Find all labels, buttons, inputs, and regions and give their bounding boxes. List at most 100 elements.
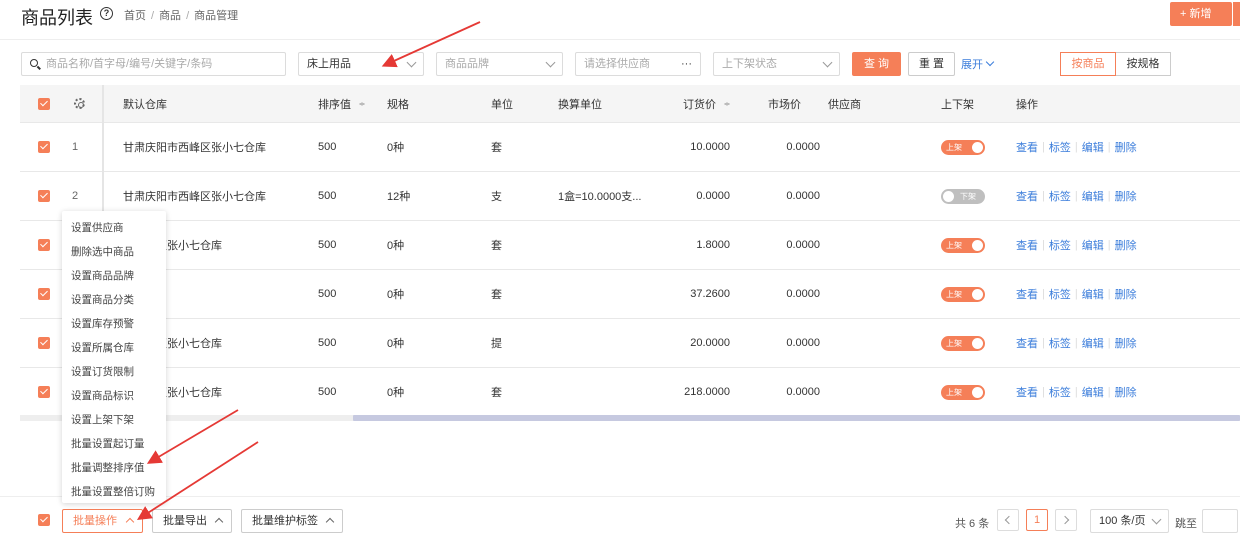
actions-cell: 查看 | 标签 | 编辑 | 删除 <box>1016 384 1137 400</box>
batch-menu-item[interactable]: 设置供应商 <box>71 220 124 235</box>
prev-page-button[interactable] <box>997 509 1019 531</box>
row-checkbox[interactable] <box>38 239 50 251</box>
delete-link[interactable]: 删除 <box>1115 237 1137 253</box>
batch-menu-item[interactable]: 设置库存预警 <box>71 316 134 331</box>
view-link[interactable]: 查看 <box>1016 139 1038 155</box>
view-link[interactable]: 查看 <box>1016 335 1038 351</box>
view-link[interactable]: 查看 <box>1016 286 1038 302</box>
batch-operations-button[interactable]: 批量操作 <box>62 509 143 533</box>
tag-link[interactable]: 标签 <box>1049 335 1071 351</box>
delete-link[interactable]: 删除 <box>1115 384 1137 400</box>
batch-menu-item[interactable]: 设置上架下架 <box>71 412 134 427</box>
horizontal-scrollbar-thumb[interactable] <box>353 415 1240 421</box>
tag-link[interactable]: 标签 <box>1049 237 1071 253</box>
gear-icon[interactable] <box>74 98 85 109</box>
delete-link[interactable]: 删除 <box>1115 139 1137 155</box>
sort-icon[interactable] <box>359 99 365 109</box>
status-toggle[interactable]: 上架 <box>941 384 985 400</box>
batch-menu-item[interactable]: 批量设置整倍订购 <box>71 484 155 499</box>
add-dropdown-toggle[interactable] <box>1232 2 1240 26</box>
unit-cell: 套 <box>491 387 502 399</box>
col-conversion: 换算单位 <box>558 98 602 111</box>
tag-link[interactable]: 标签 <box>1049 384 1071 400</box>
batch-menu-item[interactable]: 批量设置起订量 <box>71 436 145 451</box>
expand-link[interactable]: 展开 <box>961 56 995 72</box>
tag-link[interactable]: 标签 <box>1049 188 1071 204</box>
next-page-button[interactable] <box>1055 509 1077 531</box>
edit-link[interactable]: 编辑 <box>1082 384 1104 400</box>
add-button[interactable]: + 新增 <box>1170 2 1232 26</box>
query-button[interactable]: 查 询 <box>852 52 901 76</box>
row-checkbox[interactable] <box>38 141 50 153</box>
row-checkbox[interactable] <box>38 190 50 202</box>
status-select[interactable]: 上下架状态 <box>713 52 840 76</box>
footer-select-all-checkbox[interactable] <box>38 514 50 526</box>
status-toggle[interactable]: 上架 <box>941 237 985 253</box>
tag-link[interactable]: 标签 <box>1049 139 1071 155</box>
page-size-select[interactable]: 100 条/页 <box>1090 509 1169 533</box>
sort-icon[interactable] <box>724 99 730 109</box>
edit-link[interactable]: 编辑 <box>1082 237 1104 253</box>
col-status: 上下架 <box>941 98 974 111</box>
breadcrumb-product[interactable]: 商品 <box>159 10 181 22</box>
conversion-cell <box>558 270 658 318</box>
batch-menu-item[interactable]: 设置所属仓库 <box>71 340 134 355</box>
edit-link[interactable]: 编辑 <box>1082 188 1104 204</box>
col-price[interactable]: 订货价 <box>660 85 730 122</box>
status-toggle[interactable]: 上架 <box>941 139 985 155</box>
view-link[interactable]: 查看 <box>1016 237 1038 253</box>
brand-select[interactable]: 商品品牌 <box>436 52 563 76</box>
status-toggle[interactable]: 下架 <box>941 188 985 204</box>
batch-export-button[interactable]: 批量导出 <box>152 509 232 533</box>
batch-menu-item[interactable]: 设置订货限制 <box>71 364 134 379</box>
more-icon[interactable]: ··· <box>681 53 692 75</box>
batch-menu-item[interactable]: 设置商品标识 <box>71 388 134 403</box>
breadcrumb-home[interactable]: 首页 <box>124 10 146 22</box>
spec-cell: 12种 <box>387 191 411 203</box>
select-all-checkbox[interactable] <box>38 98 50 110</box>
market-price-cell: 0.0000 <box>786 141 820 153</box>
table-row: 4库5000种套37.26000.0000上架查看|标签|编辑|删除 <box>20 270 1240 319</box>
col-sort[interactable]: 排序值 <box>318 85 388 122</box>
row-checkbox[interactable] <box>38 288 50 300</box>
status-toggle[interactable]: 上架 <box>941 286 985 302</box>
view-by-spec-tab[interactable]: 按规格 <box>1115 52 1171 76</box>
edit-link[interactable]: 编辑 <box>1082 335 1104 351</box>
chevron-right-icon <box>1060 515 1070 525</box>
category-select[interactable]: 床上用品 <box>298 52 424 76</box>
jump-page-input[interactable] <box>1202 509 1238 533</box>
batch-tags-button[interactable]: 批量维护标签 <box>241 509 343 533</box>
price-cell: 37.2600 <box>690 288 730 300</box>
batch-menu-item[interactable]: 删除选中商品 <box>71 244 134 259</box>
batch-menu-item[interactable]: 设置商品品牌 <box>71 268 134 283</box>
brand-placeholder: 商品品牌 <box>445 58 489 70</box>
view-link[interactable]: 查看 <box>1016 384 1038 400</box>
row-checkbox[interactable] <box>38 337 50 349</box>
market-price-cell: 0.0000 <box>786 239 820 251</box>
view-by-product-tab[interactable]: 按商品 <box>1060 52 1116 76</box>
conversion-cell <box>558 123 658 171</box>
tag-link[interactable]: 标签 <box>1049 286 1071 302</box>
supplier-select[interactable]: 请选择供应商 ··· <box>575 52 701 76</box>
actions-cell: 查看 | 标签 | 编辑 | 删除 <box>1016 286 1137 302</box>
status-cell: 上架 <box>941 123 1001 171</box>
edit-link[interactable]: 编辑 <box>1082 139 1104 155</box>
status-cell: 上架 <box>941 319 1001 367</box>
search-input[interactable]: 商品名称/首字母/编号/关键字/条码 <box>21 52 286 76</box>
batch-menu-item[interactable]: 设置商品分类 <box>71 292 134 307</box>
market-price-cell: 0.0000 <box>786 190 820 202</box>
delete-link[interactable]: 删除 <box>1115 286 1137 302</box>
batch-operations-menu: 设置供应商删除选中商品 设置商品品牌 设置商品分类 设置库存预警 设置所属仓库 设置订货限… <box>62 211 166 503</box>
reset-button[interactable]: 重 置 <box>908 52 955 76</box>
delete-link[interactable]: 删除 <box>1115 188 1137 204</box>
page-header: 商品列表 ? 首页 / 商品 / 商品管理 + 新增 <box>0 0 1240 40</box>
status-toggle[interactable]: 上架 <box>941 335 985 351</box>
row-checkbox[interactable] <box>38 386 50 398</box>
delete-link[interactable]: 删除 <box>1115 335 1137 351</box>
help-icon[interactable]: ? <box>100 7 113 20</box>
batch-menu-item[interactable]: 批量调整排序值 <box>71 460 145 475</box>
view-link[interactable]: 查看 <box>1016 188 1038 204</box>
spec-cell: 0种 <box>387 338 405 350</box>
edit-link[interactable]: 编辑 <box>1082 286 1104 302</box>
page-button-current[interactable]: 1 <box>1026 509 1048 531</box>
